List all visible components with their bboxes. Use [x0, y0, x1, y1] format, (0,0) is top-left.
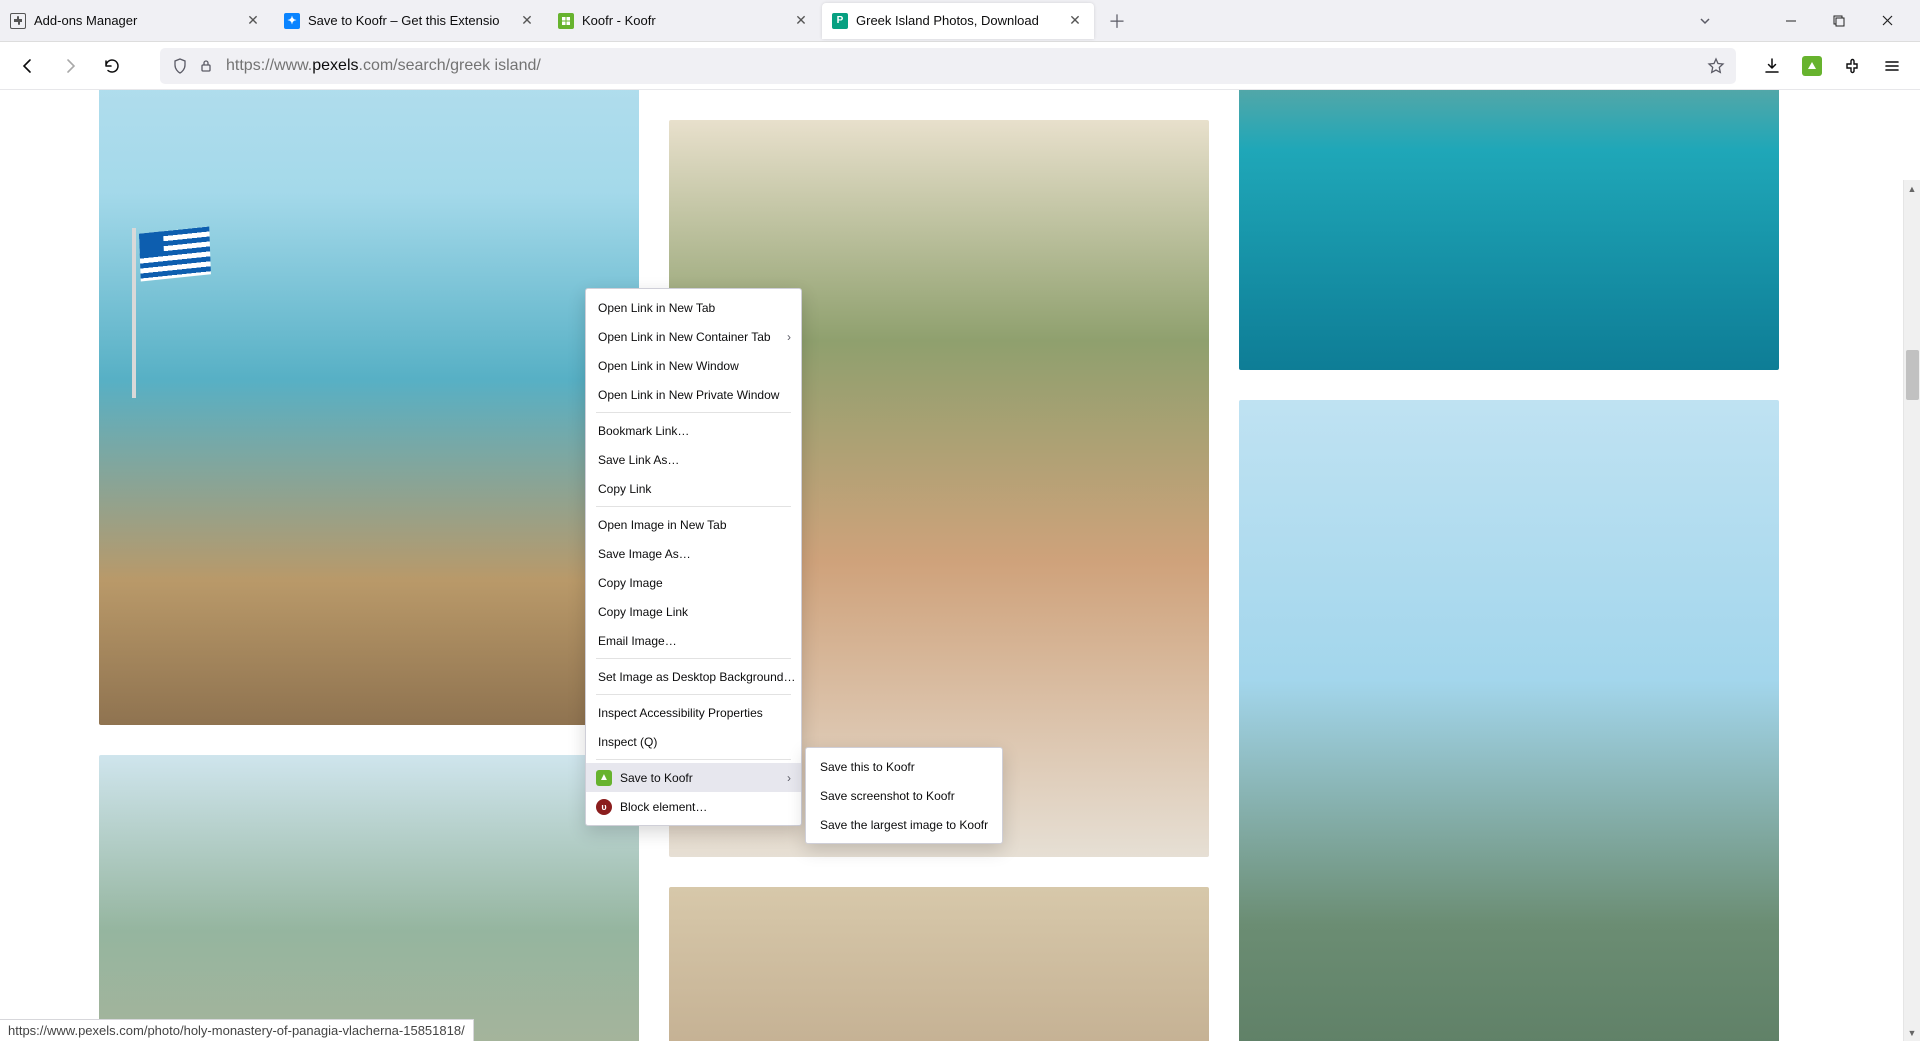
separator: [596, 412, 791, 413]
menu-block-element[interactable]: ᴜ Block element…: [586, 792, 801, 821]
bookmark-star-icon[interactable]: [1706, 57, 1726, 75]
menu-copy-image[interactable]: Copy Image: [586, 568, 801, 597]
close-window-button[interactable]: [1876, 10, 1898, 32]
menu-inspect-accessibility[interactable]: Inspect Accessibility Properties: [586, 698, 801, 727]
close-icon[interactable]: ✕: [1066, 12, 1084, 30]
vertical-scrollbar[interactable]: ▲ ▼: [1903, 180, 1920, 1041]
tab-label: Koofr - Koofr: [582, 13, 792, 28]
address-bar[interactable]: https://www.pexels.com/search/greek isla…: [160, 48, 1736, 84]
flagpole-decoration: [132, 228, 136, 398]
minimize-button[interactable]: [1780, 10, 1802, 32]
pexels-icon: P: [832, 13, 848, 29]
menu-save-to-koofr[interactable]: ▲ Save to Koofr ›: [586, 763, 801, 792]
submenu-save-largest-image[interactable]: Save the largest image to Koofr: [806, 810, 1002, 839]
page-content: Open Link in New Tab Open Link in New Co…: [0, 90, 1920, 1041]
photo-stone-village[interactable]: [669, 887, 1209, 1041]
extensions-button[interactable]: [1834, 48, 1870, 84]
koofr-icon: [558, 13, 574, 29]
forward-button[interactable]: [52, 48, 88, 84]
gallery-column: [1239, 90, 1779, 1041]
tab-label: Greek Island Photos, Download: [856, 13, 1066, 28]
context-menu: Open Link in New Tab Open Link in New Co…: [585, 288, 802, 826]
close-icon[interactable]: ✕: [518, 12, 536, 30]
menu-set-desktop-background[interactable]: Set Image as Desktop Background…: [586, 662, 801, 691]
menu-email-image[interactable]: Email Image…: [586, 626, 801, 655]
photo-greek-flag-coast[interactable]: [99, 90, 639, 725]
submenu-save-screenshot[interactable]: Save screenshot to Koofr: [806, 781, 1002, 810]
tab-save-to-koofr[interactable]: ✦ Save to Koofr – Get this Extensio ✕: [274, 3, 546, 39]
menu-open-link-container-tab[interactable]: Open Link in New Container Tab›: [586, 322, 801, 351]
close-icon[interactable]: ✕: [792, 12, 810, 30]
scroll-down-button[interactable]: ▼: [1904, 1024, 1920, 1041]
separator: [596, 759, 791, 760]
tab-koofr[interactable]: Koofr - Koofr ✕: [548, 3, 820, 39]
submenu-save-this[interactable]: Save this to Koofr: [806, 752, 1002, 781]
photo-coastal-cliffs[interactable]: [99, 755, 639, 1041]
lock-icon[interactable]: [196, 59, 216, 73]
photo-cliff-sea-sky[interactable]: [1239, 400, 1779, 1041]
koofr-extension-button[interactable]: [1794, 48, 1830, 84]
menu-open-image-new-tab[interactable]: Open Image in New Tab: [586, 510, 801, 539]
shield-icon[interactable]: [170, 58, 190, 74]
reload-button[interactable]: [94, 48, 130, 84]
close-icon[interactable]: ✕: [244, 12, 262, 30]
addons-icon: [10, 13, 26, 29]
block-icon: ᴜ: [596, 799, 612, 815]
koofr-submenu: Save this to Koofr Save screenshot to Ko…: [805, 747, 1003, 844]
tab-addons-manager[interactable]: Add-ons Manager ✕: [0, 3, 272, 39]
scroll-thumb[interactable]: [1906, 350, 1919, 400]
menu-open-link-new-window[interactable]: Open Link in New Window: [586, 351, 801, 380]
url-text: https://www.pexels.com/search/greek isla…: [226, 57, 1706, 75]
menu-copy-image-link[interactable]: Copy Image Link: [586, 597, 801, 626]
status-bar: https://www.pexels.com/photo/holy-monast…: [0, 1019, 474, 1041]
greek-flag-decoration: [139, 226, 211, 281]
chevron-right-icon: ›: [787, 330, 791, 344]
window-controls: [1758, 10, 1920, 32]
menu-open-link-private-window[interactable]: Open Link in New Private Window: [586, 380, 801, 409]
menu-copy-link[interactable]: Copy Link: [586, 474, 801, 503]
app-menu-button[interactable]: [1874, 48, 1910, 84]
menu-open-link-new-tab[interactable]: Open Link in New Tab: [586, 293, 801, 322]
menu-bookmark-link[interactable]: Bookmark Link…: [586, 416, 801, 445]
tab-label: Add-ons Manager: [34, 13, 244, 28]
new-tab-button[interactable]: ＋: [1100, 4, 1134, 38]
separator: [596, 658, 791, 659]
tab-greek-island[interactable]: P Greek Island Photos, Download ✕: [822, 3, 1094, 39]
back-button[interactable]: [10, 48, 46, 84]
menu-save-link-as[interactable]: Save Link As…: [586, 445, 801, 474]
koofr-icon: ✦: [284, 13, 300, 29]
separator: [596, 506, 791, 507]
chevron-right-icon: ›: [787, 771, 791, 785]
separator: [596, 694, 791, 695]
maximize-button[interactable]: [1828, 10, 1850, 32]
menu-inspect[interactable]: Inspect (Q): [586, 727, 801, 756]
navigation-bar: https://www.pexels.com/search/greek isla…: [0, 42, 1920, 90]
koofr-icon: ▲: [596, 770, 612, 786]
menu-save-image-as[interactable]: Save Image As…: [586, 539, 801, 568]
downloads-button[interactable]: [1754, 48, 1790, 84]
koofr-icon: [1802, 56, 1822, 76]
tab-strip: Add-ons Manager ✕ ✦ Save to Koofr – Get …: [0, 0, 1920, 42]
scroll-up-button[interactable]: ▲: [1904, 180, 1920, 197]
photo-turquoise-bay[interactable]: [1239, 90, 1779, 370]
toolbar-right: [1754, 48, 1910, 84]
tab-label: Save to Koofr – Get this Extensio: [308, 13, 518, 28]
all-tabs-button[interactable]: [1694, 10, 1716, 32]
photo-gallery: [99, 90, 1779, 1041]
